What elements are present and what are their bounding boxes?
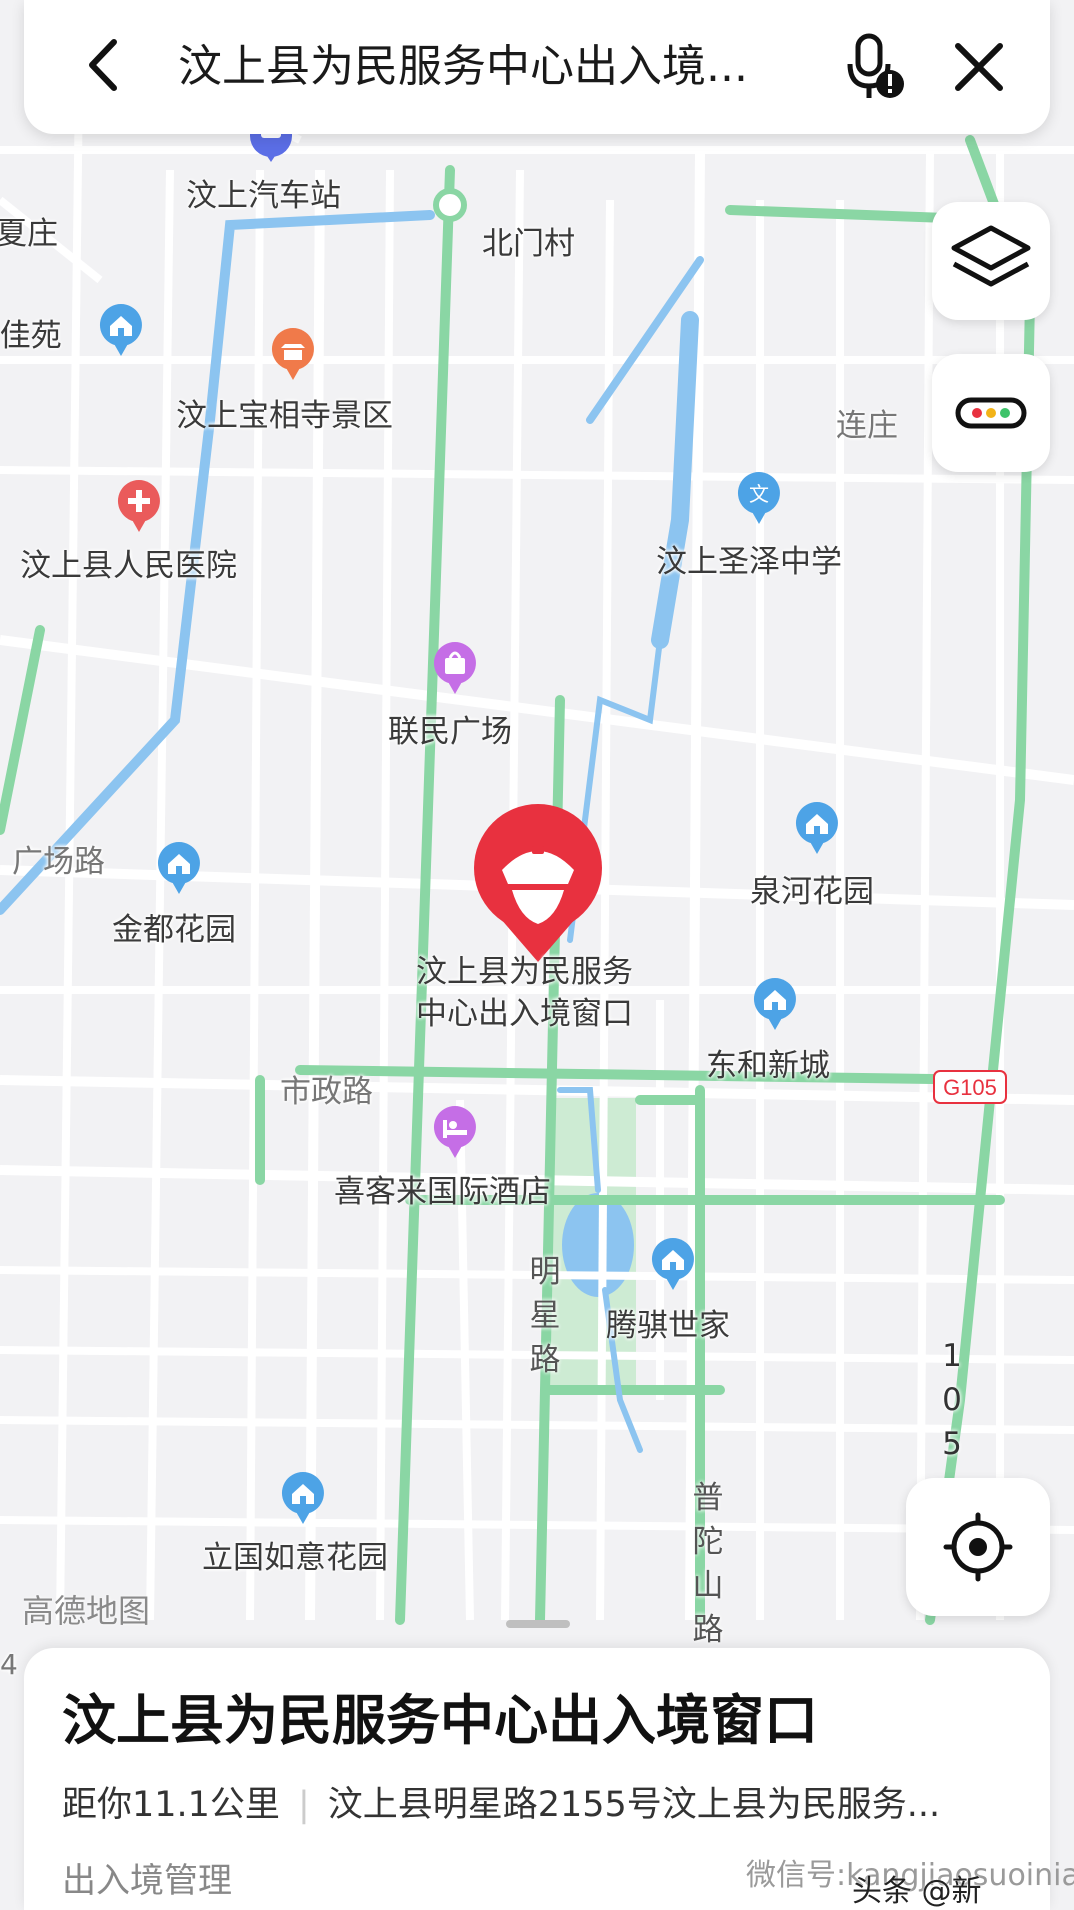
drag-handle[interactable] [506, 1620, 570, 1628]
label-hospital[interactable]: 汶上县人民医院 [20, 540, 237, 585]
search-query[interactable]: 汶上县为民服务中心出入境... [178, 28, 818, 106]
label-target-line2[interactable]: 中心出入境窗口 [416, 988, 633, 1033]
svg-text:文: 文 [749, 482, 769, 506]
label-shengze-school[interactable]: 汶上圣泽中学 [656, 536, 842, 581]
lake [562, 1193, 634, 1297]
layers-icon [951, 225, 1031, 287]
label-bus-station[interactable]: 汶上汽车站 [186, 170, 341, 215]
label-lianmin-plaza[interactable]: 联民广场 [388, 706, 512, 751]
label-jiayuan[interactable]: n佳苑 [0, 310, 62, 355]
poi-category: 出入境管理 [62, 1861, 232, 1901]
label-tengqi-family[interactable]: 腾骐世家 [606, 1300, 730, 1345]
g105-text: G105 [943, 1075, 997, 1100]
label-xiazhuang[interactable]: 夏庄 [0, 208, 58, 253]
poi-meta: 距你11.1公里 | 汶上县明星路2155号汶上县为民服务... [62, 1776, 1022, 1827]
scenic-spot-icon[interactable] [270, 326, 316, 382]
poi-address: 汶上县明星路2155号汶上县为民服务... [327, 1785, 941, 1825]
label-road-105: 105 [942, 1338, 962, 1462]
hospital-icon[interactable] [116, 478, 162, 534]
residential-poi-icon[interactable] [650, 1236, 696, 1292]
label-guangchang-road: 广场路 [12, 844, 105, 880]
poi-distance: 距你11.1公里 [62, 1785, 280, 1825]
microphone-icon[interactable] [838, 30, 908, 104]
roundabout [433, 188, 467, 222]
residential-poi-icon[interactable] [752, 976, 798, 1032]
label-baoxiang-temple[interactable]: 汶上宝相寺景区 [176, 390, 393, 435]
label-edge-4: 4 [0, 1648, 18, 1681]
g105-shield: G105 [933, 1070, 1007, 1104]
back-arrow-icon[interactable] [72, 30, 132, 100]
label-donghe-city[interactable]: 东和新城 [706, 1040, 830, 1085]
label-shizheng-road: 市政路 [280, 1074, 373, 1110]
residential-poi-icon[interactable] [156, 840, 202, 896]
label-mingxing-road: 明星路 [529, 1254, 561, 1378]
residential-poi-icon[interactable] [794, 800, 840, 856]
layers-button[interactable] [932, 202, 1050, 320]
label-target-line1[interactable]: 汶上县为民服务 [416, 946, 633, 991]
search-bar: 汶上县为民服务中心出入境... [24, 0, 1050, 134]
crosshair-icon [943, 1512, 1013, 1582]
residential-poi-icon[interactable] [98, 302, 144, 358]
label-jindu-garden[interactable]: 金都花园 [112, 904, 236, 949]
school-poi-icon[interactable]: 文 [736, 470, 782, 526]
label-lianzhuang[interactable]: 连庄 [836, 400, 898, 445]
poi-title: 汶上县为民服务中心出入境窗口 [62, 1689, 818, 1752]
label-quanhe-garden[interactable]: 泉河花园 [750, 866, 874, 911]
label-liguo-garden[interactable]: 立国如意花园 [202, 1532, 388, 1577]
meta-divider: | [297, 1785, 310, 1825]
label-beimen-village[interactable]: 北门村 [482, 218, 575, 263]
traffic-button[interactable] [932, 354, 1050, 472]
watermark-toutiao: 头条 @新 [852, 1874, 982, 1909]
hotel-icon[interactable] [432, 1104, 478, 1160]
shopping-bag-icon[interactable] [432, 640, 478, 696]
residential-poi-icon[interactable] [280, 1470, 326, 1526]
close-icon[interactable] [944, 32, 1014, 102]
label-putuoshan-road: 普陀山路 [692, 1480, 724, 1648]
traffic-icon [955, 397, 1027, 429]
amap-logo: 高德地图 [22, 1592, 151, 1630]
label-xikelai-hotel[interactable]: 喜客来国际酒店 [334, 1166, 551, 1211]
locate-me-button[interactable] [906, 1478, 1050, 1616]
